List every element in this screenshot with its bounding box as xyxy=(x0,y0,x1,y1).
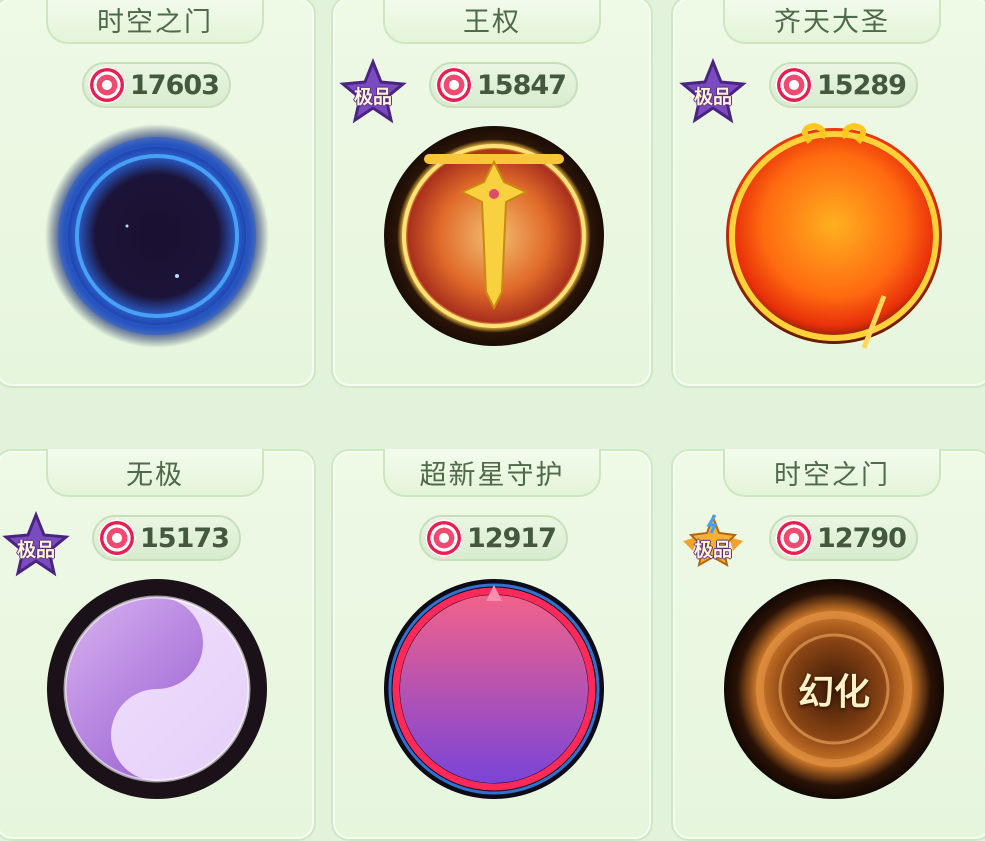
frame-card[interactable]: 时空之门 17603 xyxy=(0,0,316,388)
price-value: 17603 xyxy=(130,69,220,101)
premium-badge-label: 极品 xyxy=(693,86,732,108)
frame-card[interactable]: 超新星守护 12917 xyxy=(331,449,653,841)
frame-title: 王权 xyxy=(383,0,601,44)
candy-currency-icon xyxy=(98,519,136,557)
avatar-frame-preview[interactable] xyxy=(380,122,608,350)
candy-currency-icon xyxy=(775,519,813,557)
frame-card[interactable]: 时空之门 极品 12790 幻化 xyxy=(671,449,985,841)
transform-label: 幻化 xyxy=(797,672,870,713)
candy-currency-icon xyxy=(435,66,473,104)
premium-star-badge-icon: 极品 xyxy=(2,510,70,579)
frame-card[interactable]: 齐天大圣 极品 15289 xyxy=(671,0,985,388)
frame-title: 时空之门 xyxy=(723,449,941,497)
price-value: 15847 xyxy=(477,69,567,101)
price-pill: 15289 xyxy=(769,62,918,108)
price-value: 12790 xyxy=(817,522,907,554)
frame-title: 齐天大圣 xyxy=(723,0,941,44)
avatar-frame-preview[interactable] xyxy=(380,575,608,803)
frame-title: 无极 xyxy=(46,449,264,497)
avatar-frame-preview[interactable] xyxy=(720,122,948,350)
frame-card[interactable]: 无极 极品 15173 xyxy=(0,449,316,841)
premium-star-badge-icon: 极品 xyxy=(679,511,747,579)
price-value: 12917 xyxy=(467,522,557,554)
price-value: 15289 xyxy=(817,69,907,101)
price-value: 15173 xyxy=(140,522,230,554)
candy-currency-icon xyxy=(775,66,813,104)
premium-badge-label: 极品 xyxy=(16,539,55,561)
premium-badge-label: 极品 xyxy=(693,539,732,561)
candy-currency-icon xyxy=(88,66,126,104)
price-pill: 12790 xyxy=(769,515,918,561)
premium-star-badge-icon: 极品 xyxy=(339,57,407,126)
avatar-frame-preview[interactable]: 幻化 xyxy=(720,575,948,803)
avatar-frame-preview[interactable] xyxy=(43,122,271,350)
frame-title: 超新星守护 xyxy=(383,449,601,497)
avatar-frame-preview[interactable] xyxy=(43,575,271,803)
candy-currency-icon xyxy=(425,519,463,557)
premium-badge-label: 极品 xyxy=(353,86,392,108)
price-pill: 15173 xyxy=(92,515,241,561)
frame-card[interactable]: 王权 极品 15847 xyxy=(331,0,653,388)
frame-title: 时空之门 xyxy=(46,0,264,44)
price-pill: 12917 xyxy=(419,515,568,561)
price-pill: 15847 xyxy=(429,62,578,108)
price-pill: 17603 xyxy=(82,62,231,108)
premium-star-badge-icon: 极品 xyxy=(679,57,747,126)
